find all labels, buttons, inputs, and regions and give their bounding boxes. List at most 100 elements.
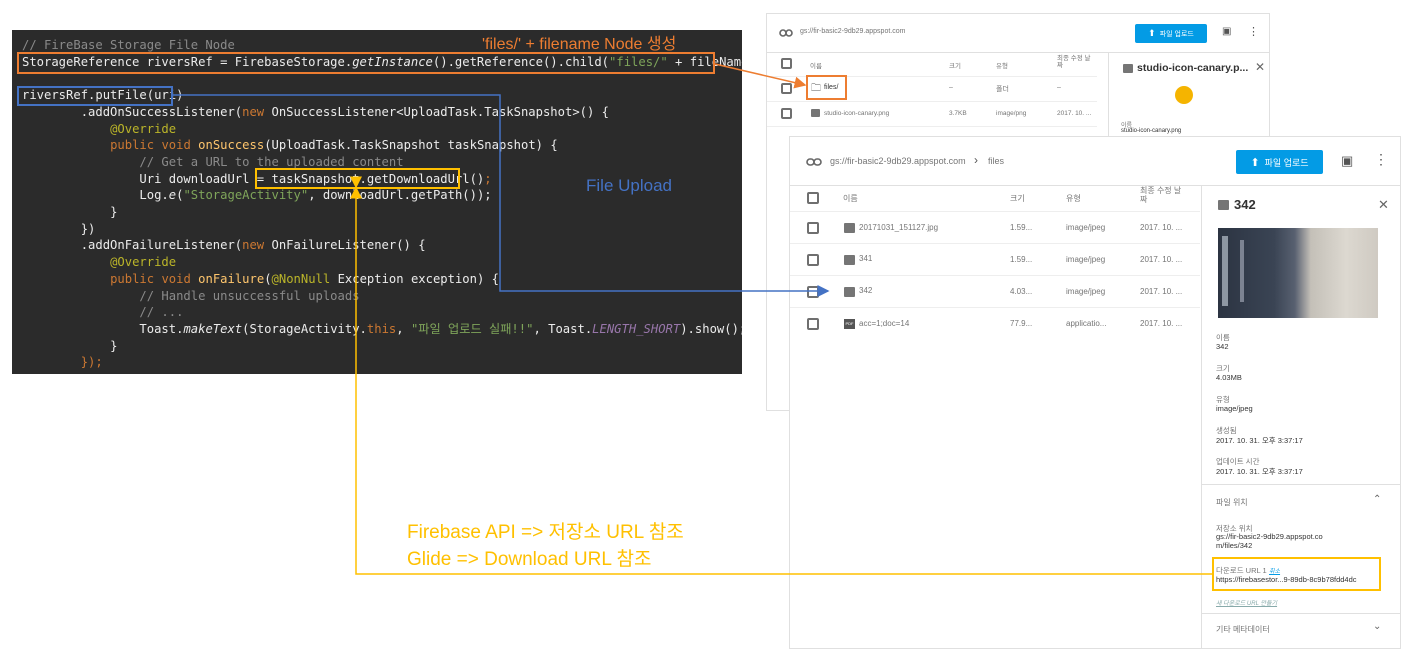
highlight-box-files-folder bbox=[806, 75, 847, 100]
row-checkbox[interactable] bbox=[807, 254, 819, 266]
select-all-checkbox[interactable] bbox=[781, 58, 792, 69]
row-name[interactable]: 341 bbox=[859, 254, 872, 263]
close-icon[interactable]: ✕ bbox=[1255, 60, 1265, 74]
upload-icon: ⬆ bbox=[1250, 156, 1260, 169]
row-type: image/jpeg bbox=[1066, 255, 1106, 264]
detail-title: 342 bbox=[1234, 197, 1256, 212]
detail-name-value: studio-icon-canary.png bbox=[1121, 128, 1182, 134]
row-size: 1.59... bbox=[1010, 255, 1033, 264]
link-icon[interactable] bbox=[806, 158, 822, 166]
row-name[interactable]: studio-icon-canary.png bbox=[824, 110, 889, 117]
new-folder-icon[interactable]: ▣ bbox=[1222, 26, 1231, 37]
select-all-checkbox[interactable] bbox=[807, 192, 819, 204]
code-line-end: }); bbox=[80, 355, 103, 370]
row-name[interactable]: 342 bbox=[859, 286, 872, 295]
close-icon[interactable]: ✕ bbox=[1378, 197, 1389, 213]
more-vert-icon[interactable]: ⋮ bbox=[1374, 151, 1388, 168]
row-size: – bbox=[949, 84, 953, 91]
row-checkbox[interactable] bbox=[781, 108, 792, 119]
image-icon bbox=[1123, 64, 1133, 73]
col-modified[interactable]: 최종 수정 날짜 bbox=[1057, 55, 1095, 69]
detail-field-value: image/jpeg bbox=[1216, 404, 1253, 413]
upload-label: 파일 업로드 bbox=[1264, 157, 1309, 168]
code-line-override: @Override bbox=[110, 121, 177, 136]
row-modified: 2017. 10. ... bbox=[1057, 110, 1092, 117]
row-modified: 2017. 10. ... bbox=[1140, 319, 1183, 328]
table-row[interactable]: 20171031_151127.jpg 1.59... image/jpeg 2… bbox=[790, 211, 1200, 244]
code-line-comment-url: // Get a URL to the uploaded content bbox=[139, 154, 404, 169]
row-type: image/png bbox=[996, 110, 1027, 117]
row-size: 77.9... bbox=[1010, 319, 1033, 328]
code-line-add-success: .addOnSuccessListener(new OnSuccessListe… bbox=[22, 104, 610, 119]
annotation-file-upload: File Upload bbox=[586, 176, 672, 195]
row-modified: – bbox=[1057, 84, 1061, 91]
code-panel: // FireBase Storage File Node StorageRef… bbox=[12, 30, 742, 374]
col-modified[interactable]: 최종 수정 날짜 bbox=[1140, 186, 1188, 204]
code-line-close: } bbox=[110, 205, 118, 220]
console-toolbar: gs://fir-basic2-9db29.appspot.com ⬆ 파일 업… bbox=[767, 14, 1269, 53]
row-modified: 2017. 10. ... bbox=[1140, 255, 1183, 264]
row-type: image/jpeg bbox=[1066, 223, 1106, 232]
upload-file-button[interactable]: ⬆ 파일 업로드 bbox=[1236, 150, 1323, 174]
detail-field-value: 342 bbox=[1216, 342, 1229, 351]
new-folder-icon[interactable]: ▣ bbox=[1341, 153, 1353, 169]
col-type[interactable]: 유형 bbox=[996, 60, 1008, 70]
code-line-add-failure: .addOnFailureListener(new OnFailureListe… bbox=[22, 238, 426, 253]
image-preview bbox=[1218, 228, 1378, 318]
table-row[interactable]: studio-icon-canary.png 3.7KB image/png 2… bbox=[767, 101, 1097, 127]
highlight-box-reference bbox=[17, 52, 715, 74]
col-size[interactable]: 크기 bbox=[1010, 193, 1025, 204]
row-modified: 2017. 10. ... bbox=[1140, 223, 1183, 232]
code-line-close-paren: }) bbox=[80, 221, 96, 236]
code-comment: // FireBase Storage File Node bbox=[22, 38, 235, 52]
upload-label: 파일 업로드 bbox=[1159, 30, 1194, 38]
other-metadata-section[interactable]: 기타 메타데이터 bbox=[1216, 624, 1270, 635]
code-line-onfailure: public void onFailure(@NonNull Exception… bbox=[110, 271, 499, 286]
highlight-box-putfile bbox=[17, 86, 173, 106]
col-size[interactable]: 크기 bbox=[949, 60, 961, 70]
table-row[interactable]: PDF acc=1;doc=14 77.9... applicatio... 2… bbox=[790, 307, 1200, 339]
detail-field-value: 2017. 10. 31. 오후 3:37:17 bbox=[1216, 436, 1303, 445]
storage-location-value: gs://fir-basic2-9db29.appspot.com/files/… bbox=[1216, 532, 1323, 550]
bucket-path[interactable]: gs://fir-basic2-9db29.appspot.com bbox=[830, 156, 966, 166]
col-type[interactable]: 유형 bbox=[1066, 193, 1081, 204]
table-row-selected[interactable]: 342 4.03... image/jpeg 2017. 10. ... bbox=[790, 275, 1200, 308]
row-checkbox[interactable] bbox=[781, 83, 792, 94]
table-row[interactable]: 341 1.59... image/jpeg 2017. 10. ... bbox=[790, 243, 1200, 276]
chevron-right-icon: › bbox=[974, 153, 978, 167]
more-vert-icon[interactable]: ⋮ bbox=[1248, 25, 1259, 38]
code-line-comment-handle: // Handle unsuccessful uploads bbox=[139, 288, 360, 303]
row-checkbox[interactable] bbox=[807, 318, 819, 330]
image-icon bbox=[844, 223, 855, 233]
row-name[interactable]: 20171031_151127.jpg bbox=[859, 223, 938, 232]
breadcrumb-folder[interactable]: files bbox=[988, 156, 1004, 166]
code-line-onsuccess: public void onSuccess(UploadTask.TaskSna… bbox=[110, 138, 558, 153]
file-location-section[interactable]: 파일 위치 bbox=[1216, 497, 1248, 508]
row-type: applicatio... bbox=[1066, 319, 1107, 328]
row-checkbox[interactable] bbox=[807, 286, 819, 298]
upload-icon: ⬆ bbox=[1148, 28, 1156, 38]
detail-title: studio-icon-canary.p... bbox=[1137, 62, 1249, 74]
row-type: 폴더 bbox=[996, 86, 1009, 93]
upload-file-button[interactable]: ⬆ 파일 업로드 bbox=[1135, 24, 1207, 43]
code-line-log: Log.e("StorageActivity", downloadUrl.get… bbox=[139, 188, 492, 203]
row-checkbox[interactable] bbox=[807, 222, 819, 234]
col-name[interactable]: 이름 bbox=[843, 193, 858, 204]
code-line-comment-dots: // ... bbox=[139, 305, 184, 320]
row-modified: 2017. 10. ... bbox=[1140, 287, 1183, 296]
row-size: 1.59... bbox=[1010, 223, 1033, 232]
annotation-firebase-api: Firebase API => 저장소 URL 참조 bbox=[407, 522, 684, 543]
table-header: 이름 크기 유형 최종 수정 날짜 bbox=[767, 52, 1097, 77]
annotation-glide: Glide => Download URL 참조 bbox=[407, 549, 652, 570]
code-line-toast: Toast.makeText(StorageActivity.this, "파일… bbox=[139, 321, 742, 336]
link-icon[interactable] bbox=[779, 29, 793, 37]
bucket-path[interactable]: gs://fir-basic2-9db29.appspot.com bbox=[800, 28, 905, 35]
row-name[interactable]: acc=1;doc=14 bbox=[859, 319, 909, 328]
annotation-files-node: 'files/' + filename Node 생성 bbox=[482, 36, 677, 53]
divider bbox=[1202, 613, 1400, 614]
pdf-icon: PDF bbox=[844, 319, 855, 329]
new-download-url-link[interactable]: 새 다운로드 URL 만들기 bbox=[1216, 598, 1277, 607]
chevron-down-icon[interactable]: ⌄ bbox=[1373, 621, 1381, 632]
col-name[interactable]: 이름 bbox=[810, 60, 822, 70]
chevron-up-icon[interactable]: ⌃ bbox=[1373, 494, 1381, 505]
